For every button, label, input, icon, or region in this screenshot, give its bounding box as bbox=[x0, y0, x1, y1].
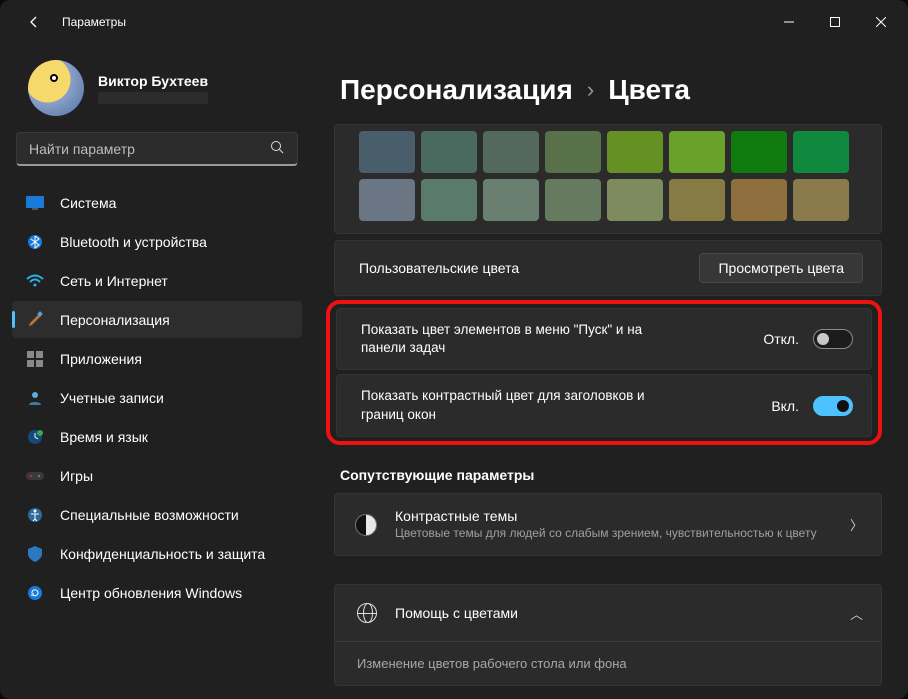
sidebar-item-personalization[interactable]: Персонализация bbox=[12, 301, 302, 338]
sidebar-item-label: Время и язык bbox=[60, 429, 148, 445]
sidebar-item-label: Специальные возможности bbox=[60, 507, 239, 523]
sidebar-item-label: Система bbox=[60, 195, 116, 211]
sidebar-item-label: Игры bbox=[60, 468, 93, 484]
color-swatch[interactable] bbox=[793, 131, 849, 173]
sidebar-item-accounts[interactable]: Учетные записи bbox=[12, 379, 302, 416]
sidebar-item-label: Персонализация bbox=[60, 312, 170, 328]
sidebar-item-gaming[interactable]: Игры bbox=[12, 457, 302, 494]
related-header: Сопутствующие параметры bbox=[340, 467, 882, 483]
toggle-state-text: Откл. bbox=[763, 331, 799, 347]
view-colors-button[interactable]: Просмотреть цвета bbox=[699, 253, 863, 283]
display-icon bbox=[26, 194, 44, 212]
nav: Система Bluetooth и устройства Сеть и Ин… bbox=[12, 184, 302, 611]
sidebar-item-apps[interactable]: Приложения bbox=[12, 340, 302, 377]
color-swatch[interactable] bbox=[483, 179, 539, 221]
contrast-icon bbox=[355, 514, 377, 536]
titlebar: Параметры bbox=[0, 0, 908, 44]
custom-colors-row: Пользовательские цвета Просмотреть цвета bbox=[334, 240, 882, 296]
settings-window: Параметры Виктор Бухтеев bbox=[0, 0, 908, 699]
search-field[interactable] bbox=[29, 141, 270, 157]
sidebar-item-bluetooth[interactable]: Bluetooth и устройства bbox=[12, 223, 302, 260]
window-controls bbox=[766, 6, 904, 38]
sidebar-item-label: Bluetooth и устройства bbox=[60, 234, 207, 250]
paintbrush-icon bbox=[26, 311, 44, 329]
avatar bbox=[28, 60, 84, 116]
color-swatch[interactable] bbox=[545, 179, 601, 221]
card-subtitle: Цветовые темы для людей со слабым зрение… bbox=[395, 526, 817, 542]
maximize-button[interactable] bbox=[812, 6, 858, 38]
search-input[interactable] bbox=[16, 132, 298, 166]
clock-icon bbox=[26, 428, 44, 446]
help-expander: Помощь с цветами ︿ Изменение цветов рабо… bbox=[334, 584, 882, 686]
help-item[interactable]: Изменение цветов рабочего стола или фона bbox=[335, 641, 881, 685]
sidebar-item-network[interactable]: Сеть и Интернет bbox=[12, 262, 302, 299]
chevron-up-icon: ︿ bbox=[850, 604, 863, 623]
color-swatch[interactable] bbox=[483, 131, 539, 173]
color-swatch[interactable] bbox=[607, 179, 663, 221]
color-swatch[interactable] bbox=[421, 131, 477, 173]
gamepad-icon bbox=[26, 467, 44, 485]
search-icon bbox=[270, 140, 285, 158]
sidebar: Виктор Бухтеев Система bbox=[0, 44, 310, 699]
color-swatch[interactable] bbox=[731, 179, 787, 221]
color-swatch[interactable] bbox=[731, 131, 787, 173]
accessibility-icon bbox=[26, 506, 44, 524]
user-email bbox=[98, 92, 208, 104]
sidebar-item-privacy[interactable]: Конфиденциальность и защита bbox=[12, 535, 302, 572]
window-title: Параметры bbox=[62, 15, 126, 29]
breadcrumb: Персонализация › Цвета bbox=[316, 44, 882, 124]
shield-icon bbox=[26, 545, 44, 563]
setting-titlebar-accent: Показать контрастный цвет для заголовков… bbox=[336, 374, 872, 436]
breadcrumb-parent[interactable]: Персонализация bbox=[340, 74, 573, 106]
sidebar-item-label: Центр обновления Windows bbox=[60, 585, 242, 601]
close-button[interactable] bbox=[858, 6, 904, 38]
card-title: Контрастные темы bbox=[395, 508, 817, 524]
color-swatch[interactable] bbox=[421, 179, 477, 221]
highlighted-settings: Показать цвет элементов в меню "Пуск" и … bbox=[326, 300, 882, 445]
back-button[interactable] bbox=[18, 6, 50, 38]
sidebar-item-update[interactable]: Центр обновления Windows bbox=[12, 574, 302, 611]
color-swatch[interactable] bbox=[669, 179, 725, 221]
setting-label: Показать цвет элементов в меню "Пуск" и … bbox=[361, 321, 681, 357]
color-swatch[interactable] bbox=[359, 179, 415, 221]
globe-icon bbox=[357, 603, 377, 623]
bluetooth-icon bbox=[26, 233, 44, 251]
color-swatch[interactable] bbox=[793, 179, 849, 221]
color-swatch[interactable] bbox=[359, 131, 415, 173]
help-title: Помощь с цветами bbox=[395, 605, 518, 621]
toggle-titlebar-accent[interactable] bbox=[813, 396, 853, 416]
help-header[interactable]: Помощь с цветами ︿ bbox=[335, 585, 881, 641]
setting-start-accent: Показать цвет элементов в меню "Пуск" и … bbox=[336, 308, 872, 370]
minimize-button[interactable] bbox=[766, 6, 812, 38]
page-title: Цвета bbox=[608, 74, 690, 106]
wifi-icon bbox=[26, 272, 44, 290]
user-name: Виктор Бухтеев bbox=[98, 73, 208, 89]
color-swatches-card bbox=[334, 124, 882, 234]
color-swatch[interactable] bbox=[669, 131, 725, 173]
sidebar-item-label: Конфиденциальность и защита bbox=[60, 546, 265, 562]
contrast-themes-card[interactable]: Контрастные темы Цветовые темы для людей… bbox=[334, 493, 882, 557]
sidebar-item-accessibility[interactable]: Специальные возможности bbox=[12, 496, 302, 533]
sidebar-item-label: Сеть и Интернет bbox=[60, 273, 168, 289]
color-swatch[interactable] bbox=[545, 131, 601, 173]
main-content: Персонализация › Цвета Пользовательские … bbox=[310, 44, 908, 699]
toggle-start-accent[interactable] bbox=[813, 329, 853, 349]
toggle-state-text: Вкл. bbox=[771, 398, 799, 414]
person-icon bbox=[26, 389, 44, 407]
sidebar-item-label: Учетные записи bbox=[60, 390, 164, 406]
sidebar-item-time[interactable]: Время и язык bbox=[12, 418, 302, 455]
sidebar-item-label: Приложения bbox=[60, 351, 142, 367]
chevron-right-icon: 〉 bbox=[850, 515, 863, 534]
custom-colors-label: Пользовательские цвета bbox=[359, 260, 519, 276]
sidebar-item-system[interactable]: Система bbox=[12, 184, 302, 221]
chevron-right-icon: › bbox=[587, 77, 594, 103]
color-swatch[interactable] bbox=[607, 131, 663, 173]
setting-label: Показать контрастный цвет для заголовков… bbox=[361, 387, 681, 423]
update-icon bbox=[26, 584, 44, 602]
apps-icon bbox=[26, 350, 44, 368]
user-profile[interactable]: Виктор Бухтеев bbox=[12, 52, 302, 130]
